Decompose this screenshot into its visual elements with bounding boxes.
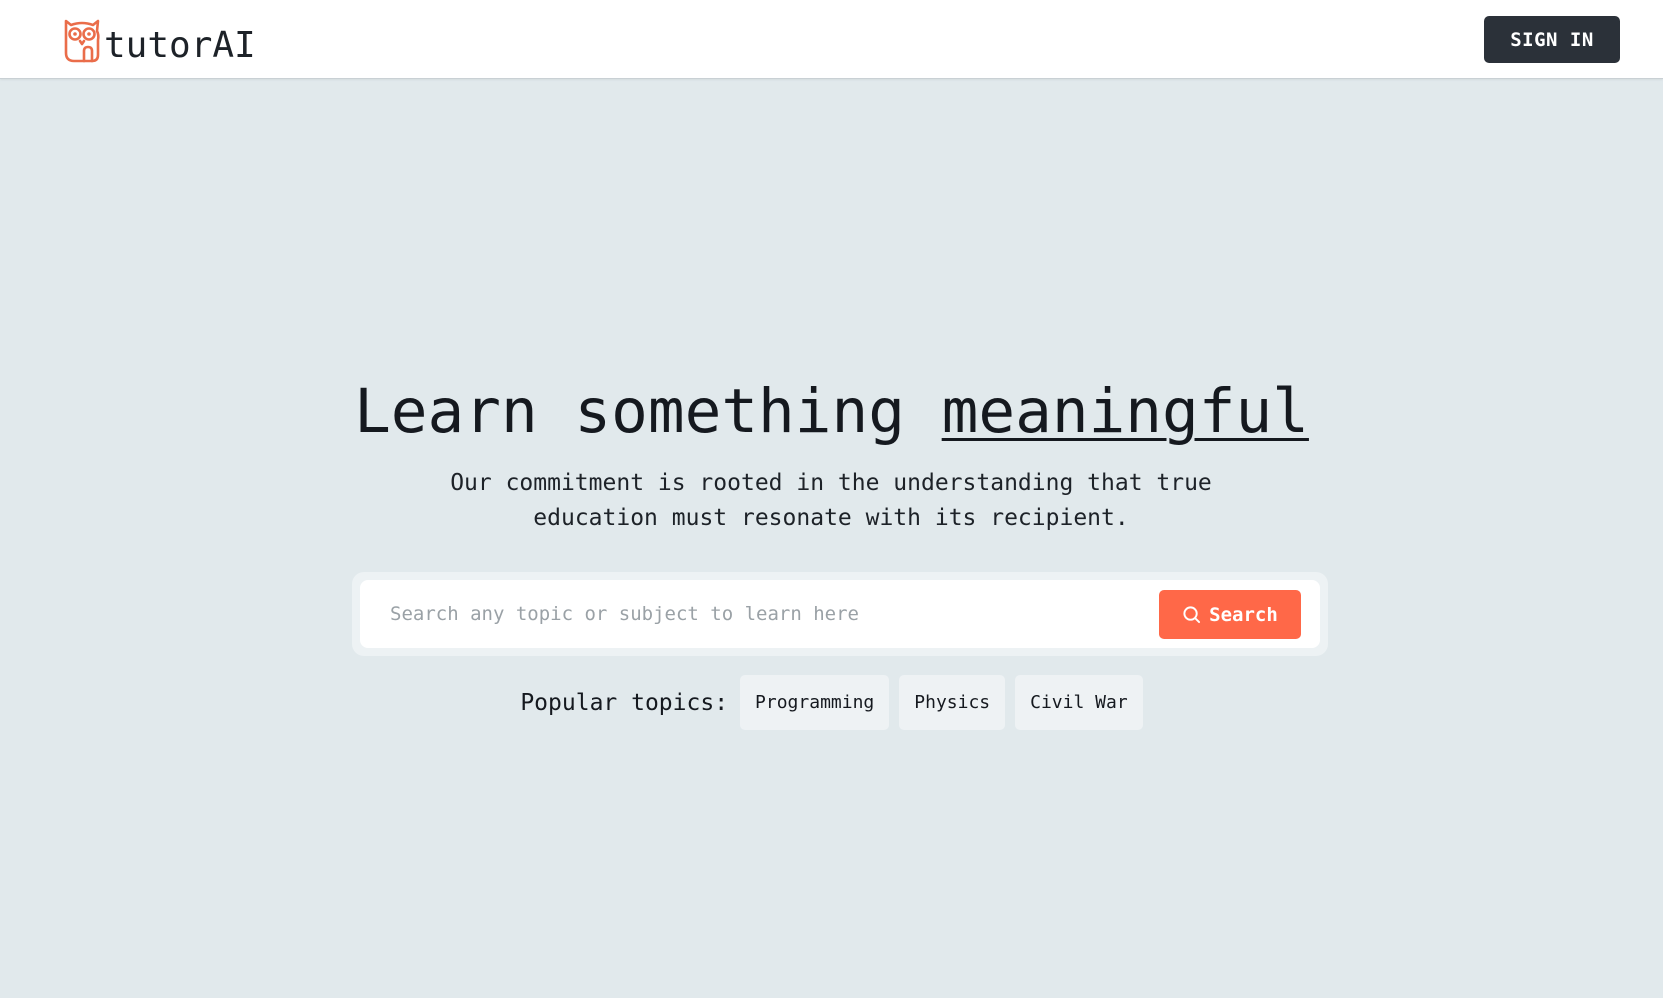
page-title: Learn something meaningful <box>0 372 1663 452</box>
search-container: Search <box>352 572 1328 656</box>
subtitle-line-1: Our commitment is rooted in the understa… <box>450 470 1212 496</box>
owl-logo-icon <box>64 19 100 63</box>
search-button-label: Search <box>1209 603 1278 626</box>
logo-text: tutorAI <box>104 24 256 66</box>
search-button[interactable]: Search <box>1159 590 1301 639</box>
title-plain: Learn something <box>354 376 942 447</box>
title-underlined: meaningful <box>941 376 1309 447</box>
popular-topics-label: Popular topics: <box>520 689 729 716</box>
logo[interactable]: tutorAI <box>62 15 256 66</box>
sign-in-button[interactable]: SIGN IN <box>1484 16 1620 63</box>
topic-chip-physics[interactable]: Physics <box>899 675 1006 730</box>
page-subtitle: Our commitment is rooted in the understa… <box>381 466 1281 536</box>
topic-chip-civil-war[interactable]: Civil War <box>1015 675 1143 730</box>
subtitle-line-2: education must resonate with its recipie… <box>533 505 1129 531</box>
search-icon <box>1183 606 1201 624</box>
search-input[interactable] <box>382 592 1158 636</box>
topic-chip-programming[interactable]: Programming <box>740 675 890 730</box>
popular-topics: Popular topics: Programming Physics Civi… <box>0 675 1663 730</box>
top-navbar: tutorAI SIGN IN <box>0 0 1663 79</box>
search-box: Search <box>360 580 1320 648</box>
